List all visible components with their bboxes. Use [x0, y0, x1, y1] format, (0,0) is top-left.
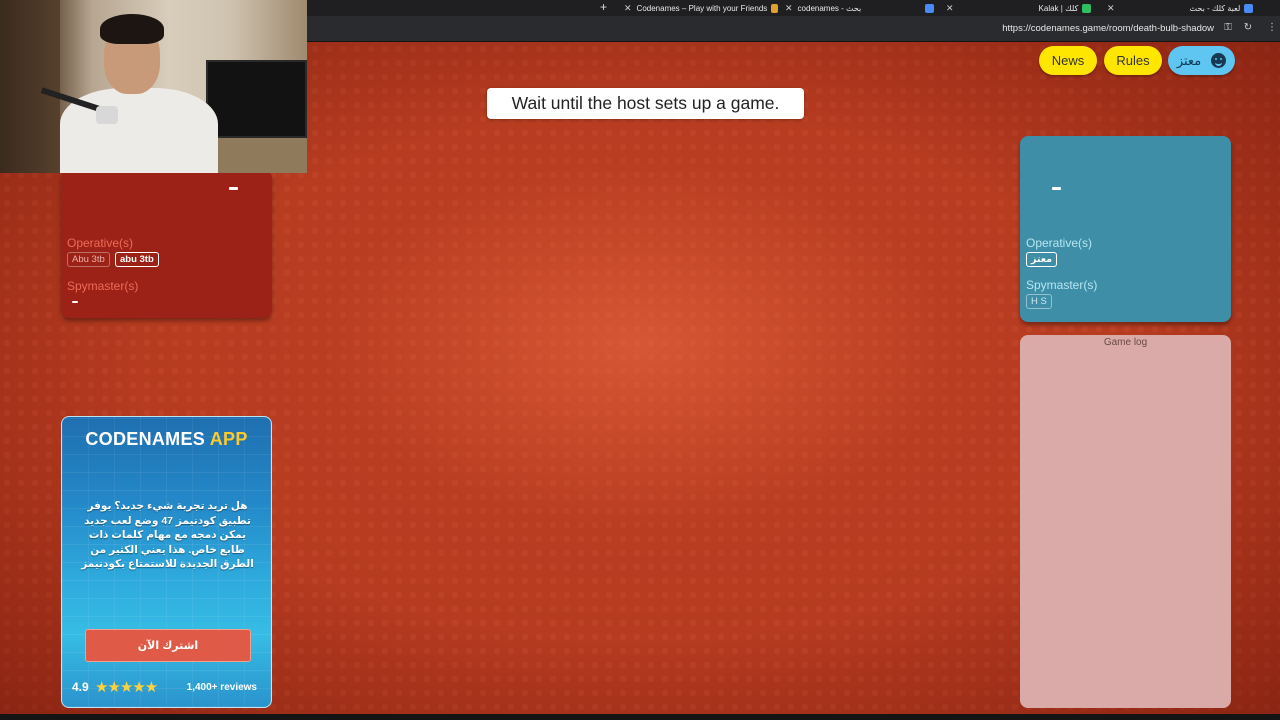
webcam-monitor — [206, 60, 307, 138]
game-log-title: Game log — [1103, 337, 1148, 348]
webcam-door — [0, 0, 60, 173]
ad-description: هل تريد تجربة شيء جديد؟ يوفر تطبيق كودني… — [81, 500, 254, 570]
red-spymaster-empty — [72, 301, 78, 303]
red-operative-chip: Abu 3tb — [67, 252, 110, 267]
red-team-score — [229, 187, 238, 190]
webcam-person-hair — [100, 14, 164, 44]
codenames-favicon-icon — [771, 3, 778, 13]
blue-spymasters-label: Spymaster(s) — [1026, 278, 1098, 292]
ad-rating: 4.9 — [72, 680, 89, 694]
red-spymasters-label: Spymaster(s) — [67, 279, 139, 293]
red-team-panel: Operative(s) Abu 3tb abu 3tb Spymaster(s… — [61, 170, 272, 318]
red-operatives-label: Operative(s) — [67, 236, 134, 250]
new-tab-button[interactable]: + — [600, 0, 607, 15]
codenames-app-ad[interactable]: CODENAMES APP هل تريد تجربة شيء جديد؟ يو… — [61, 416, 272, 708]
browser-tab-search-kalak[interactable]: ✕ لعبة كلك - بحث — [1107, 0, 1280, 16]
ad-title: CODENAMES APP — [62, 429, 271, 450]
ad-title-accent: APP — [209, 429, 248, 449]
close-tab-icon[interactable]: ✕ — [785, 3, 793, 14]
kalak-favicon-icon — [1082, 3, 1092, 13]
search-favicon-icon — [925, 3, 935, 13]
news-button[interactable]: News — [1039, 46, 1097, 75]
blue-team-score — [1052, 187, 1061, 190]
browser-tab-kalak[interactable]: ✕ Kalak | كلك — [946, 0, 1106, 16]
webcam-overlay — [0, 0, 307, 173]
rules-button[interactable]: Rules — [1104, 46, 1162, 75]
status-banner: Wait until the host sets up a game. — [487, 88, 804, 119]
game-log-panel[interactable]: Game log — [1020, 335, 1231, 708]
smiley-avatar-icon — [1211, 53, 1227, 68]
url-field[interactable]: https://codenames.game/room/death-bulb-s… — [1002, 23, 1214, 34]
close-tab-icon[interactable]: ✕ — [1107, 3, 1115, 14]
blue-operatives-label: Operative(s) — [1026, 236, 1093, 250]
more-icon[interactable]: ⋮ — [1266, 22, 1278, 34]
browser-tab-codenames[interactable]: ✕ Codenames – Play with your Friends — [624, 0, 782, 16]
close-tab-icon[interactable]: ✕ — [624, 3, 632, 14]
ad-title-main: CODENAMES — [85, 429, 206, 449]
star-rating-icon: ★★★★★ — [95, 679, 158, 696]
blue-operative-chip: معتز — [1026, 252, 1058, 267]
tab-title: لعبة كلك - بحث — [1189, 3, 1241, 13]
ad-reviews-count: 1,400+ reviews — [186, 682, 257, 693]
blue-team-panel: Operative(s) معتز Spymaster(s) H S — [1020, 136, 1231, 322]
reload-icon[interactable]: ↻ — [1242, 22, 1254, 34]
site-info-icon[interactable]: ⚿ — [1222, 22, 1234, 34]
user-menu-button[interactable]: معتز — [1168, 46, 1235, 75]
webcam-shelf — [210, 138, 307, 173]
blue-spymaster-chip: H S — [1026, 294, 1052, 309]
red-operative-chip-self: abu 3tb — [115, 252, 159, 267]
taskbar-strip — [0, 714, 1280, 720]
ad-subscribe-button[interactable]: اشترك الآن — [85, 629, 251, 662]
tab-title: Codenames – Play with your Friends — [636, 3, 768, 13]
user-name: معتز — [1176, 52, 1202, 68]
webcam-microphone — [96, 106, 118, 124]
tab-title: Kalak | كلك — [1038, 3, 1079, 13]
browser-tab-search-codenames[interactable]: ✕ codenames - بحث — [785, 0, 945, 16]
close-tab-icon[interactable]: ✕ — [946, 3, 954, 14]
tab-title: codenames - بحث — [797, 3, 862, 13]
search-favicon-icon — [1244, 3, 1254, 13]
